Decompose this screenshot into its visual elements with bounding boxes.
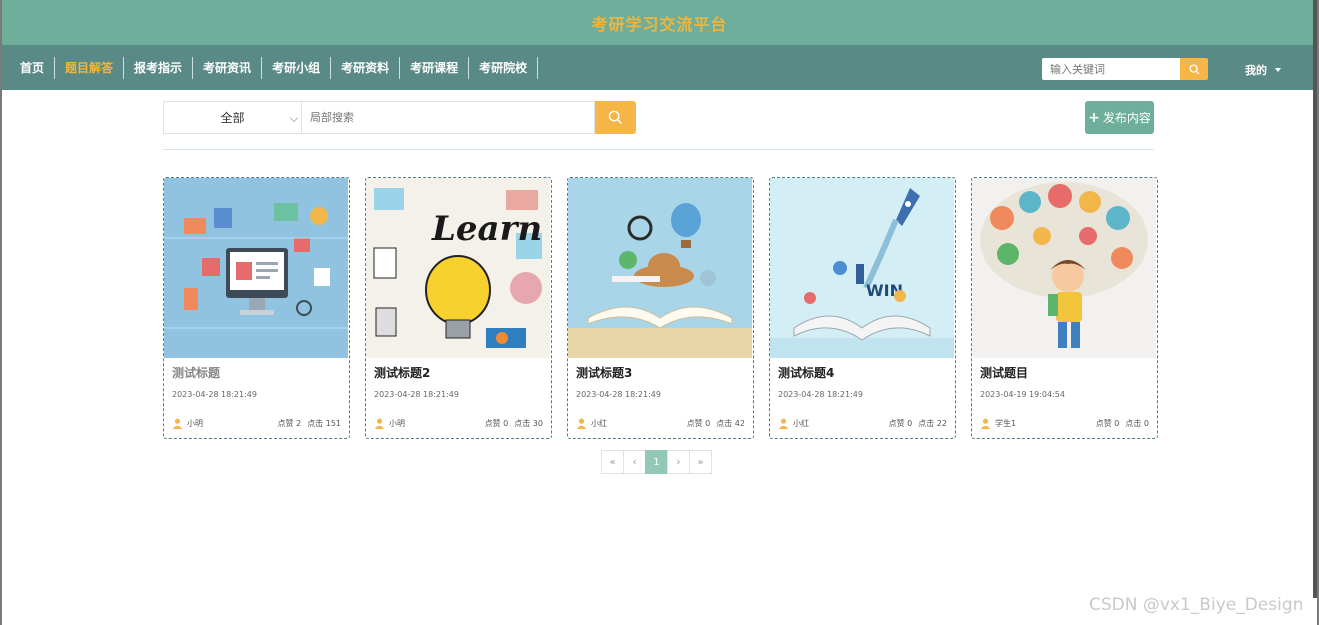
user-menu-label: 我的 <box>1245 64 1267 77</box>
card-author: 小红 <box>778 418 809 429</box>
pagination-last[interactable]: » <box>689 450 712 474</box>
card-footer: 小红 点赞 0 点击 42 <box>568 406 753 429</box>
card-title: 测试标题3 <box>576 366 633 380</box>
card-likes: 点赞 0 <box>1095 419 1120 428</box>
user-icon <box>576 418 587 429</box>
filter-bar: 全部 <box>163 101 636 134</box>
card-author-name: 小明 <box>187 419 203 428</box>
user-icon <box>172 418 183 429</box>
card-title: 测试题目 <box>980 366 1029 380</box>
chevron-down-icon <box>289 113 299 123</box>
card-stats: 点赞 0 点击 22 <box>889 418 947 429</box>
card-footer: 小红 点赞 0 点击 22 <box>770 406 955 429</box>
card-stats: 点赞 2 点击 151 <box>278 418 341 429</box>
card-stats: 点赞 0 点击 42 <box>687 418 745 429</box>
scrollbar[interactable] <box>1313 0 1317 598</box>
divider <box>163 149 1154 150</box>
card-image-book-rocket: WIN <box>770 178 954 358</box>
local-search-button[interactable] <box>595 101 636 134</box>
content-card[interactable]: 测试标题3 2023-04-28 18:21:49 小红 点赞 0 点击 42 <box>567 177 754 439</box>
content-card[interactable]: WIN 测试标题4 2023-04-28 18:21:49 小红 点赞 0 点击… <box>769 177 956 439</box>
card-footer: 小明 点赞 0 点击 30 <box>366 406 551 429</box>
nav-item-groups[interactable]: 考研小组 <box>262 57 332 79</box>
pagination: « ‹ 1 › » <box>601 450 712 474</box>
card-author-name: 小红 <box>591 419 607 428</box>
card-likes: 点赞 0 <box>484 419 509 428</box>
card-author-name: 学生1 <box>995 419 1017 428</box>
card-author-name: 小明 <box>389 419 405 428</box>
nav-bar: 首页 题目解答 报考指示 考研资讯 考研小组 考研资料 考研课程 考研院校 我的 <box>2 45 1317 90</box>
main-nav: 首页 题目解答 报考指示 考研资讯 考研小组 考研资料 考研课程 考研院校 <box>10 57 539 79</box>
nav-item-materials[interactable]: 考研资料 <box>331 57 401 79</box>
local-search-input[interactable] <box>301 101 595 134</box>
card-likes: 点赞 0 <box>888 419 913 428</box>
chevron-down-icon <box>1275 68 1281 72</box>
search-icon <box>1188 63 1200 75</box>
nav-item-courses[interactable]: 考研课程 <box>400 57 470 79</box>
card-date: 2023-04-28 18:21:49 <box>778 390 863 399</box>
card-image-tech-illustration <box>164 178 348 358</box>
card-stats: 点赞 0 点击 30 <box>485 418 543 429</box>
pagination-next[interactable]: › <box>667 450 690 474</box>
content-card[interactable]: 测试题目 2023-04-19 19:04:54 学生1 点赞 0 点击 0 <box>971 177 1158 439</box>
card-footer: 学生1 点赞 0 点击 0 <box>972 406 1157 429</box>
card-author-name: 小红 <box>793 419 809 428</box>
card-title: 测试标题 <box>172 366 221 380</box>
content-card[interactable]: 测试标题 2023-04-28 18:21:49 小明 点赞 2 点击 151 <box>163 177 350 439</box>
card-stats: 点赞 0 点击 0 <box>1096 418 1149 429</box>
card-likes: 点赞 0 <box>686 419 711 428</box>
user-icon <box>980 418 991 429</box>
site-title: 考研学习交流平台 <box>591 14 728 34</box>
publish-button[interactable]: + 发布内容 <box>1085 101 1154 134</box>
user-menu[interactable]: 我的 <box>1245 62 1281 78</box>
user-icon <box>374 418 385 429</box>
svg-text:Learn: Learn <box>431 209 542 249</box>
card-date: 2023-04-19 19:04:54 <box>980 390 1065 399</box>
card-author: 学生1 <box>980 418 1016 429</box>
nav-item-schools[interactable]: 考研院校 <box>469 57 539 79</box>
card-clicks: 点击 22 <box>918 419 947 428</box>
card-clicks: 点击 42 <box>716 419 745 428</box>
global-search-input[interactable] <box>1042 58 1180 80</box>
search-icon <box>608 110 623 125</box>
page-frame: 考研学习交流平台 首页 题目解答 报考指示 考研资讯 考研小组 考研资料 考研课… <box>0 0 1319 625</box>
card-author: 小明 <box>172 418 203 429</box>
card-image-learn-lightbulb: Learn <box>366 178 550 358</box>
content-card[interactable]: Learn 测试标题2 2023-04-28 18:21:49 小明 点赞 0 … <box>365 177 552 439</box>
nav-item-news[interactable]: 考研资讯 <box>193 57 263 79</box>
category-select-value: 全部 <box>220 111 245 125</box>
nav-item-answers[interactable]: 题目解答 <box>55 57 125 79</box>
publish-label: 发布内容 <box>1102 111 1151 125</box>
plus-icon: + <box>1088 109 1100 126</box>
card-author: 小红 <box>576 418 607 429</box>
card-image-boy-thought-bubble <box>972 178 1156 358</box>
nav-item-home[interactable]: 首页 <box>10 57 56 79</box>
watermark: CSDN @vx1_Biye_Design <box>1089 595 1304 615</box>
card-clicks: 点击 30 <box>514 419 543 428</box>
card-date: 2023-04-28 18:21:49 <box>374 390 459 399</box>
card-list: 测试标题 2023-04-28 18:21:49 小明 点赞 2 点击 151 <box>163 177 1158 439</box>
pagination-first[interactable]: « <box>601 450 624 474</box>
card-title: 测试标题4 <box>778 366 835 380</box>
nav-item-guide[interactable]: 报考指示 <box>124 57 194 79</box>
global-search <box>1042 58 1208 80</box>
user-icon <box>778 418 789 429</box>
pagination-prev[interactable]: ‹ <box>623 450 646 474</box>
card-date: 2023-04-28 18:21:49 <box>172 390 257 399</box>
category-select[interactable]: 全部 <box>163 101 301 134</box>
card-likes: 点赞 2 <box>277 419 302 428</box>
card-author: 小明 <box>374 418 405 429</box>
pagination-page-current[interactable]: 1 <box>645 450 668 474</box>
site-header: 考研学习交流平台 <box>2 0 1317 45</box>
card-date: 2023-04-28 18:21:49 <box>576 390 661 399</box>
card-clicks: 点击 151 <box>307 419 341 428</box>
card-title: 测试标题2 <box>374 366 431 380</box>
global-search-button[interactable] <box>1180 58 1208 80</box>
card-footer: 小明 点赞 2 点击 151 <box>164 406 349 429</box>
card-image-book-balloon <box>568 178 752 358</box>
card-clicks: 点击 0 <box>1125 419 1149 428</box>
